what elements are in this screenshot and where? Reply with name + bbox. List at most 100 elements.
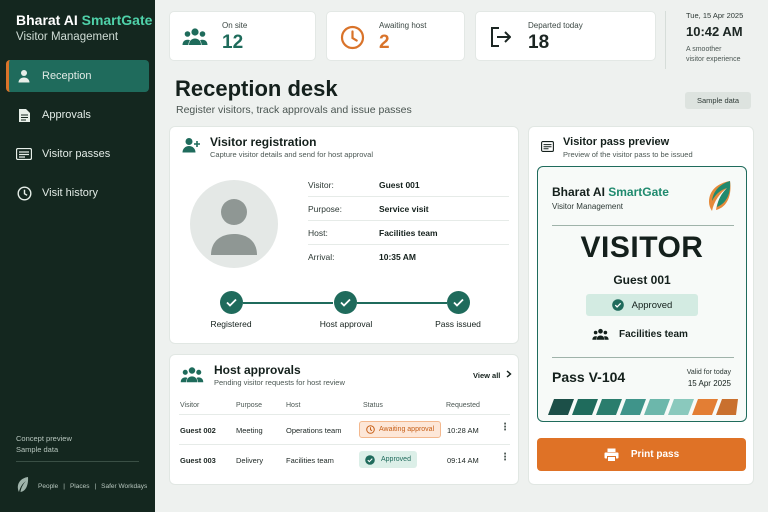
card-subtitle: Preview of the visitor pass to be issued: [563, 150, 693, 159]
more-options-icon[interactable]: ⋮: [500, 422, 510, 433]
field-label: Purpose:: [308, 204, 343, 214]
view-all-link[interactable]: View all: [473, 370, 512, 380]
current-date: Tue, 15 Apr 2025: [686, 11, 744, 20]
sidebar-item-reception[interactable]: Reception: [6, 60, 149, 92]
sidebar: Bharat AI SmartGate Visitor Management R…: [0, 0, 155, 512]
valid-label: Valid for today: [686, 369, 731, 376]
table-divider: [179, 414, 510, 415]
row-visitor: Guest 003: [180, 456, 216, 465]
printer-icon: [604, 448, 619, 462]
field-visitor: Visitor: Guest 001: [308, 173, 509, 197]
exit-icon: [488, 24, 514, 50]
pass-type: VISITOR: [580, 231, 704, 264]
field-label: Visitor:: [308, 180, 334, 190]
current-time: 10:42 AM: [686, 24, 743, 39]
page-subtitle: Register visitors, track approvals and i…: [176, 104, 412, 116]
progress-connector: [243, 302, 333, 304]
pass-team-text: Facilities team: [619, 329, 688, 340]
stat-departed-today: Departed today 18: [475, 11, 656, 61]
check-circle-icon: [611, 299, 624, 311]
pass-number: Pass V-104: [552, 369, 626, 385]
card-title: Host approvals: [214, 363, 301, 377]
field-value: 10:35 AM: [379, 252, 417, 262]
sidebar-nav: Reception Approvals Visitor passes Visit…: [6, 60, 149, 216]
group-icon: [182, 24, 208, 50]
pass-brand-part2: SmartGate: [608, 185, 669, 199]
brand-name: Bharat AI SmartGate: [16, 12, 152, 28]
add-person-icon: [182, 137, 200, 158]
field-value: Service visit: [379, 204, 429, 214]
status-text: Approved: [381, 456, 411, 463]
group-icon: [180, 366, 204, 389]
sidebar-item-visit-history[interactable]: Visit history: [6, 177, 149, 209]
column-header-purpose: Purpose: [236, 402, 263, 409]
sidebar-footer: Concept preview Sample data: [16, 433, 72, 455]
person-icon: [16, 68, 32, 84]
check-circle-icon: [365, 454, 375, 465]
datetime-panel: Tue, 15 Apr 2025 10:42 AM A smoother vis…: [665, 11, 760, 69]
stat-label: Departed today: [528, 21, 583, 30]
row-host: Operations team: [286, 426, 342, 435]
visitor-avatar: [190, 180, 278, 268]
sidebar-item-label: Visitor passes: [42, 148, 111, 160]
row-purpose: Delivery: [236, 456, 264, 465]
stat-label: On site: [222, 21, 248, 30]
step-label-pass-issued: Pass issued: [435, 319, 481, 329]
leaf-logo-icon: [706, 180, 732, 217]
view-all-label: View all: [473, 370, 501, 380]
field-arrival: Arrival: 10:35 AM: [308, 245, 509, 269]
step-registered-check-icon: [220, 291, 243, 314]
chevron-right-icon: [506, 370, 512, 380]
tag-separator: |: [63, 482, 65, 490]
host-approvals-card: Host approvals Pending visitor requests …: [169, 354, 519, 485]
tag-people: People: [38, 482, 59, 490]
field-value: Facilities team: [379, 228, 438, 238]
sidebar-item-approvals[interactable]: Approvals: [6, 99, 149, 131]
row-visitor: Guest 002: [180, 426, 216, 435]
tag-separator: |: [94, 482, 97, 490]
pass-status-badge: Approved: [586, 294, 698, 316]
column-header-requested: Requested: [446, 402, 480, 409]
id-card-icon: [16, 146, 32, 162]
tagline-line1: A smoother: [686, 46, 722, 53]
sidebar-tagline: People | Places | Safer Workdays: [16, 476, 147, 496]
row-host: Facilities team: [286, 456, 334, 465]
stat-awaiting-host: Awaiting host 2: [326, 11, 465, 61]
field-purpose: Purpose: Service visit: [308, 197, 509, 221]
step-label-host-approval: Host approval: [319, 319, 373, 329]
sidebar-divider: [16, 461, 139, 462]
stat-label: Awaiting host: [379, 21, 427, 30]
tag-places: Places: [69, 482, 90, 490]
leaf-icon: [16, 476, 30, 496]
column-header-host: Host: [286, 402, 301, 409]
pass-host-team: Facilities team: [592, 328, 688, 341]
visitor-pass-preview-card: Visitor pass preview Preview of the visi…: [528, 126, 754, 485]
card-title: Visitor registration: [210, 135, 317, 149]
status-badge: Approved: [359, 451, 417, 468]
tag-safer-workdays: Safer Workdays: [101, 482, 148, 490]
stat-on-site: On site 12: [169, 11, 316, 61]
pass-brand-subtitle: Visitor Management: [552, 202, 623, 211]
pass-validity: Valid for today 15 Apr 2025: [687, 367, 731, 389]
clock-icon: [366, 425, 375, 434]
print-pass-button[interactable]: Print pass: [537, 438, 746, 471]
more-options-icon[interactable]: ⋮: [500, 452, 510, 463]
column-header-status: Status: [363, 402, 383, 409]
sample-data-label: Sample data: [16, 445, 59, 454]
row-requested: 09:14 AM: [447, 456, 479, 465]
pass-divider: [552, 225, 734, 226]
page-title: Reception desk: [175, 76, 338, 101]
status-badge: Awaiting approval: [359, 421, 442, 438]
sidebar-item-label: Visit history: [42, 187, 99, 199]
status-text: Awaiting approval: [379, 426, 435, 433]
card-subtitle: Pending visitor requests for host review: [214, 378, 345, 387]
row-requested: 10:28 AM: [447, 426, 479, 435]
brand-name-part1: Bharat AI: [16, 12, 78, 28]
field-host: Host: Facilities team: [308, 221, 509, 245]
sample-data-button[interactable]: Sample data: [685, 92, 751, 109]
brand-subtitle: Visitor Management: [16, 31, 119, 43]
stat-value: 2: [379, 32, 390, 53]
sidebar-item-visitor-passes[interactable]: Visitor passes: [6, 138, 149, 170]
group-icon: [592, 328, 609, 341]
pass-stripe-pattern: [548, 399, 738, 415]
